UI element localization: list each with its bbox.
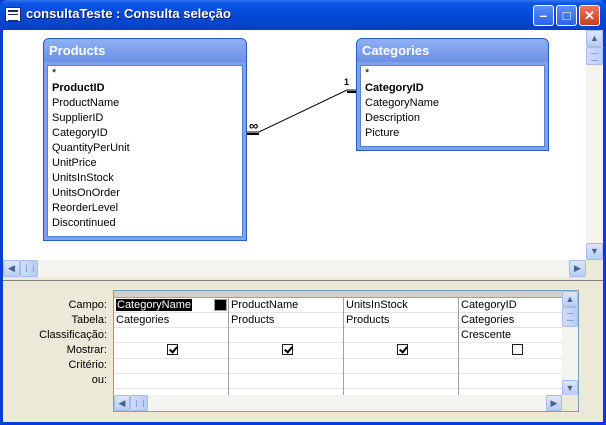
column-selector-bar[interactable] [114,291,568,298]
label-ou: ou: [91,374,107,386]
table-pane[interactable]: ∞ 1 Products * ProductID ProductName Sup… [3,30,603,277]
grid-cell-criterio[interactable] [114,359,228,374]
label-campo: Campo: [68,299,107,311]
grid-cell-tabela[interactable]: Categories [114,313,228,328]
grid-cell-mostrar[interactable] [229,344,343,359]
label-mostrar: Mostrar: [66,344,107,356]
show-checkbox[interactable] [396,344,408,355]
window-client: ∞ 1 Products * ProductID ProductName Sup… [3,30,603,422]
title-bar[interactable]: consultaTeste : Consulta seleção – □ ✕ [0,0,606,30]
design-grid-pane: Campo: Tabela: Classificação: Mostrar: C… [3,285,603,422]
grid-cell-classificacao[interactable] [114,328,228,343]
show-checkbox[interactable] [511,344,523,355]
minimize-button[interactable]: – [533,5,554,26]
field-picture[interactable]: Picture [361,126,544,141]
grid-cell-criterio[interactable] [459,359,573,374]
query-icon[interactable] [5,7,21,22]
grid-cell-ou[interactable] [344,374,458,389]
table-pane-vertical-scrollbar[interactable]: ▲ ▼ [586,30,603,260]
field-unitsonorder[interactable]: UnitsOnOrder [48,186,242,201]
grid-vertical-scrollbar[interactable]: ▲ ▼ [562,291,578,396]
products-table-title[interactable]: Products [44,39,246,62]
field-discontinued[interactable]: Discontinued [48,216,242,231]
many-symbol: ∞ [249,118,259,133]
field-categoryname[interactable]: CategoryName [361,96,544,111]
grid-cell-classificacao[interactable]: Crescente [459,328,573,343]
scroll-left-icon[interactable]: ◀ [114,395,130,411]
horizontal-scroll-thumb[interactable] [20,260,38,277]
maximize-button[interactable]: □ [556,5,577,26]
grid-cell-criterio[interactable] [344,359,458,374]
field-quantityperunit[interactable]: QuantityPerUnit [48,141,242,156]
grid-cell-mostrar[interactable] [344,344,458,359]
grid-cell-ou[interactable] [459,374,573,389]
grid-cell-classificacao[interactable] [344,328,458,343]
grid-cell-mostrar[interactable] [459,344,573,359]
label-tabela: Tabela: [71,314,107,326]
table-pane-horizontal-scrollbar[interactable]: ◀ ▶ [3,260,586,277]
campo-value[interactable]: CategoryName [116,299,192,311]
grid-cell-ou[interactable] [229,374,343,389]
grid-horizontal-scrollbar[interactable]: ◀ ▶ [114,395,562,411]
grid-column-1[interactable]: CategoryName Categories [114,298,229,398]
categories-field-list[interactable]: * CategoryID CategoryName Description Pi… [360,65,545,147]
field-categoryid[interactable]: CategoryID [361,81,544,96]
grid-column-4[interactable]: CategoryID Categories Crescente [459,298,574,398]
chevron-down-icon[interactable] [214,299,227,311]
products-table[interactable]: Products * ProductID ProductName Supplie… [43,38,247,241]
grid-cell-classificacao[interactable] [229,328,343,343]
horizontal-scroll-thumb[interactable] [130,395,148,411]
field-all[interactable]: * [361,66,544,81]
row-labels: Campo: Tabela: Classificação: Mostrar: C… [3,298,110,388]
field-unitprice[interactable]: UnitPrice [48,156,242,171]
vertical-scroll-thumb[interactable] [562,307,578,327]
grid-cell-criterio[interactable] [229,359,343,374]
grid-cell-tabela[interactable]: Products [344,313,458,328]
window-title: consultaTeste : Consulta seleção [26,6,231,21]
scroll-left-icon[interactable]: ◀ [3,260,20,277]
scroll-right-icon[interactable]: ▶ [546,395,562,411]
categories-table[interactable]: Categories * CategoryID CategoryName Des… [356,38,549,151]
query-window: consultaTeste : Consulta seleção – □ ✕ ∞… [0,0,606,425]
grid-column-3[interactable]: UnitsInStock Products [344,298,459,398]
products-field-list[interactable]: * ProductID ProductName SupplierID Categ… [47,65,243,237]
grid-cell-tabela[interactable]: Products [229,313,343,328]
grid-cell-campo[interactable]: ProductName [229,298,343,313]
scrollbar-corner [562,395,578,411]
field-all[interactable]: * [48,66,242,81]
grid-cell-mostrar[interactable] [114,344,228,359]
grid-cell-campo[interactable]: CategoryName [114,298,228,313]
show-checkbox[interactable] [281,344,293,355]
categories-table-title[interactable]: Categories [357,39,548,62]
scroll-down-icon[interactable]: ▼ [586,243,603,260]
scroll-up-icon[interactable]: ▲ [562,291,578,307]
scroll-right-icon[interactable]: ▶ [569,260,586,277]
grid-cell-campo[interactable]: CategoryID [459,298,573,313]
design-grid[interactable]: CategoryName Categories ProductName Prod… [113,290,579,412]
show-checkbox[interactable] [166,344,178,355]
vertical-scroll-thumb[interactable] [586,47,603,65]
one-symbol: 1 [344,77,350,87]
grid-cell-tabela[interactable]: Categories [459,313,573,328]
scroll-up-icon[interactable]: ▲ [586,30,603,47]
label-criterio: Critério: [68,359,107,371]
grid-cell-campo[interactable]: UnitsInStock [344,298,458,313]
field-unitsinstock[interactable]: UnitsInStock [48,171,242,186]
field-description[interactable]: Description [361,111,544,126]
grid-column-2[interactable]: ProductName Products [229,298,344,398]
field-reorderlevel[interactable]: ReorderLevel [48,201,242,216]
close-button[interactable]: ✕ [579,5,600,26]
scrollbar-corner [586,260,603,277]
field-productname[interactable]: ProductName [48,96,242,111]
field-categoryid[interactable]: CategoryID [48,126,242,141]
field-supplierid[interactable]: SupplierID [48,111,242,126]
grid-cell-ou[interactable] [114,374,228,389]
label-classificacao: Classificação: [39,329,107,341]
field-productid[interactable]: ProductID [48,81,242,96]
scroll-down-icon[interactable]: ▼ [562,380,578,396]
